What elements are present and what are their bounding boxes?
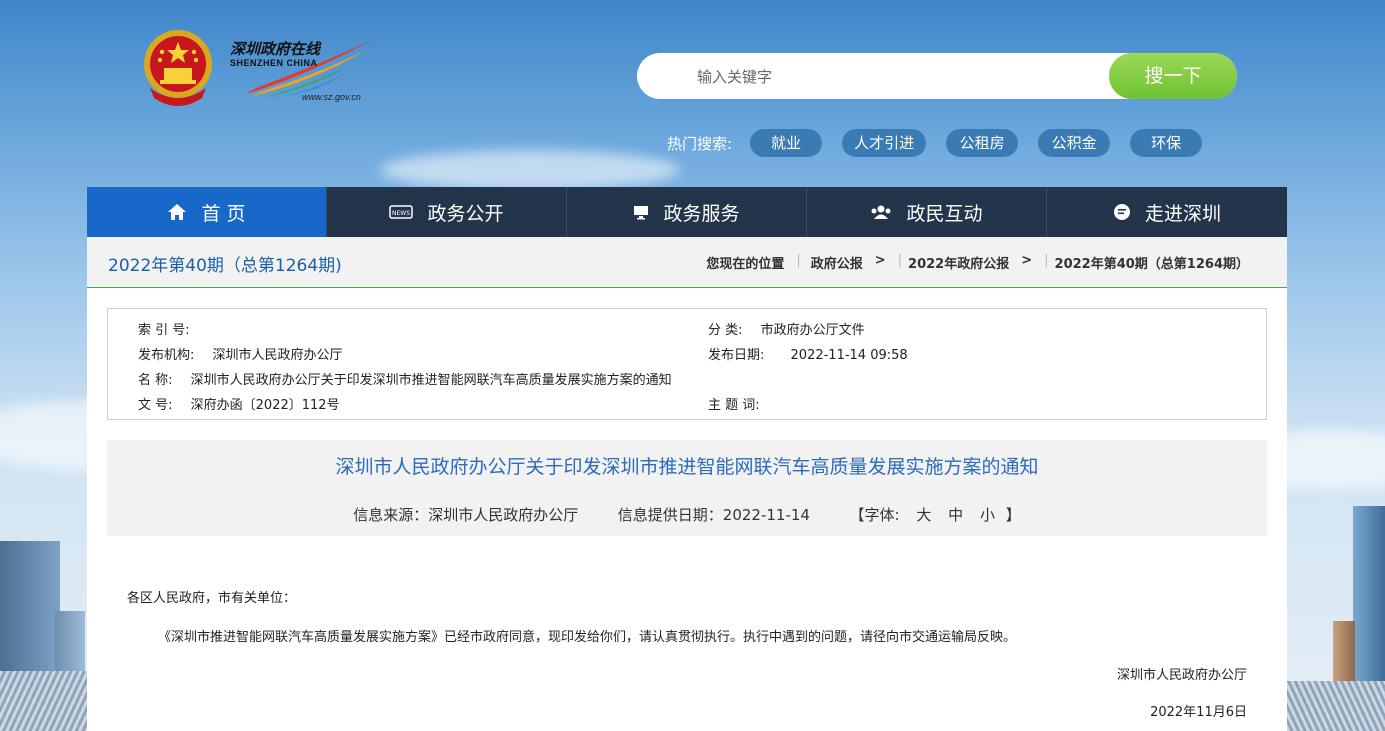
meta-name: 名 称: 深圳市人民政府办公厅关于印发深圳市推进智能网联汽车高质量发展实施方案的… — [138, 369, 672, 388]
national-emblem-icon[interactable] — [140, 28, 216, 106]
main-nav: 首 页 NEWS 政务公开 政务服务 政民互动 走进深圳 — [87, 187, 1287, 237]
meta-index-label: 索 引 号: — [138, 323, 190, 338]
article-sign-date: 2022年11月6日 — [1150, 705, 1247, 720]
nav-item-label: 政务服务 — [663, 202, 740, 225]
article-provided-date: 信息提供日期：2022-11-14 — [617, 506, 810, 524]
logo-url-text: www.sz.gov.cn — [302, 92, 361, 102]
hot-tag-environment[interactable]: 环保 — [1130, 129, 1203, 157]
meta-publisher-value: 深圳市人民政府办公厅 — [212, 348, 343, 363]
hot-tag-talent[interactable]: 人才引进 — [842, 129, 927, 157]
breadcrumb-separator: > — [874, 253, 886, 268]
location-label: 您现在的位置 — [706, 257, 785, 272]
article-info: 信息来源：深圳市人民政府办公厅 信息提供日期：2022-11-14 【字体: 大… — [107, 504, 1267, 525]
meta-docno-label: 文 号: — [138, 398, 173, 413]
nav-item-gov-services[interactable]: 政务服务 — [567, 187, 807, 237]
article-salutation: 各区人民政府，市有关单位： — [127, 591, 297, 606]
bridge-right — [1287, 681, 1385, 731]
issue-title: 2022年第40期（总第1264期) — [108, 256, 342, 276]
font-size-close: 】 — [1005, 506, 1021, 524]
nav-item-gov-affairs[interactable]: NEWS 政务公开 — [327, 187, 567, 237]
cloud — [380, 150, 680, 190]
meta-docno-value: 深府办函〔2022〕112号 — [190, 398, 340, 413]
meta-date-label: 发布日期: — [708, 348, 765, 363]
nav-item-home[interactable]: 首 页 — [87, 187, 327, 237]
meta-category-value: 市政府办公厅文件 — [760, 323, 865, 338]
monitor-icon — [634, 206, 649, 220]
search-button[interactable]: 搜一下 — [1109, 53, 1237, 99]
meta-subject-label: 主 题 词: — [708, 398, 760, 413]
meta-date: 发布日期: 2022-11-14 09:58 — [708, 344, 908, 363]
logo-chinese-text: 深圳政府在线 — [230, 40, 321, 58]
nav-item-label: 首 页 — [201, 202, 246, 225]
news-icon: NEWS — [389, 205, 414, 219]
search-input[interactable] — [695, 61, 1099, 93]
home-icon — [168, 204, 187, 220]
breadcrumb-current[interactable]: 2022年第40期（总第1264期） — [1055, 253, 1249, 272]
meta-name-label: 名 称: — [138, 373, 173, 388]
search-bar: 搜一下 — [637, 53, 1237, 99]
font-size-large-button[interactable]: 大 — [916, 506, 931, 524]
breadcrumb-separator: > — [1021, 253, 1033, 268]
article-signature: 深圳市人民政府办公厅 — [1116, 668, 1247, 683]
font-size-medium-button[interactable]: 中 — [948, 506, 963, 524]
meta-docno: 文 号: 深府办函〔2022〕112号 — [138, 394, 340, 413]
hot-tag-jobs[interactable]: 就业 — [750, 129, 823, 157]
meta-date-value: 2022-11-14 09:58 — [790, 348, 908, 363]
meta-subject: 主 题 词: — [708, 394, 774, 413]
breadcrumb-bar: 2022年第40期（总第1264期) 您现在的位置 | 政府公报 > | 202… — [87, 237, 1287, 288]
meta-publisher-label: 发布机构: — [138, 348, 195, 363]
breadcrumb-link-gazette[interactable]: 政府公报 — [811, 253, 863, 272]
meta-publisher: 发布机构: 深圳市人民政府办公厅 — [138, 344, 343, 363]
nav-item-label: 政民互动 — [906, 202, 983, 225]
article-header: 深圳市人民政府办公厅关于印发深圳市推进智能网联汽车高质量发展实施方案的通知 信息… — [107, 440, 1267, 536]
nav-item-about-shenzhen[interactable]: 走进深圳 — [1047, 187, 1287, 237]
chat-icon — [1113, 204, 1130, 220]
nav-item-interaction[interactable]: 政民互动 — [807, 187, 1047, 237]
main-content: 2022年第40期（总第1264期) 您现在的位置 | 政府公报 > | 202… — [87, 237, 1287, 731]
logo-english-text: SHENZHEN CHINA — [230, 58, 318, 68]
hot-tag-public-housing[interactable]: 公租房 — [946, 129, 1019, 157]
meta-index: 索 引 号: — [138, 319, 204, 338]
nav-item-label: 走进深圳 — [1144, 202, 1221, 225]
article-source: 信息来源：深圳市人民政府办公厅 — [353, 506, 579, 524]
breadcrumb-divider: | — [897, 253, 903, 268]
hot-search-label: 热门搜索: — [667, 134, 733, 153]
breadcrumb-divider: | — [796, 253, 801, 268]
svg-text:NEWS: NEWS — [392, 210, 410, 217]
font-size-label: 【字体: — [849, 506, 900, 524]
site-logo[interactable]: 深圳政府在线 SHENZHEN CHINA www.sz.gov.cn — [226, 36, 376, 106]
document-metadata: 索 引 号: 分 类: 市政府办公厅文件 发布机构: 深圳市人民政府办公厅 发布… — [107, 308, 1267, 420]
meta-name-value: 深圳市人民政府办公厅关于印发深圳市推进智能网联汽车高质量发展实施方案的通知 — [190, 373, 672, 388]
article-title: 深圳市人民政府办公厅关于印发深圳市推进智能网联汽车高质量发展实施方案的通知 — [335, 456, 1039, 478]
people-icon — [871, 205, 891, 219]
nav-item-label: 政务公开 — [427, 202, 504, 225]
meta-category-label: 分 类: — [708, 323, 743, 338]
font-size-small-button[interactable]: 小 — [980, 506, 995, 524]
bridge-left — [0, 671, 88, 731]
breadcrumb-divider: | — [1044, 253, 1049, 268]
breadcrumb-link-2022-gazette[interactable]: 2022年政府公报 — [908, 253, 1009, 272]
hot-tag-housing-fund[interactable]: 公积金 — [1038, 129, 1111, 157]
hot-search: 热门搜索: 就业 人才引进 公租房 公积金 环保 — [667, 129, 1222, 157]
breadcrumb: 您现在的位置 | 政府公报 > | 2022年政府公报 > | 2022年第40… — [706, 253, 1249, 272]
meta-category: 分 类: 市政府办公厅文件 — [708, 319, 865, 338]
article-paragraph: 《深圳市推进智能网联汽车高质量发展实施方案》已经市政府同意，现印发给你们，请认真… — [158, 630, 1017, 645]
